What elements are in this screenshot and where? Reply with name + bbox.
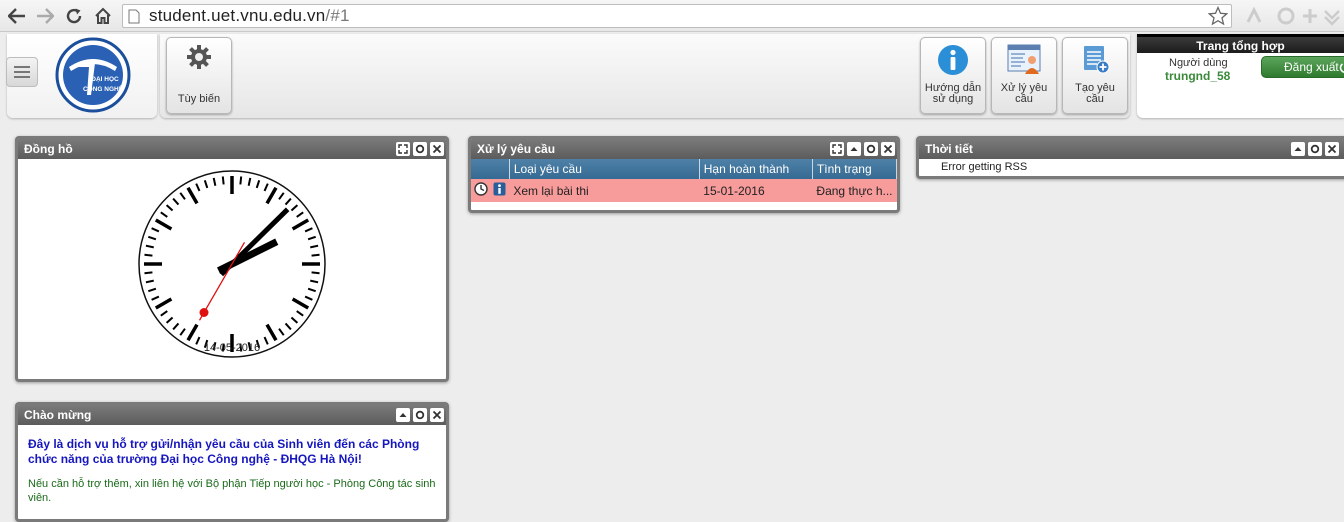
clock-icon[interactable] (474, 182, 488, 199)
info-icon[interactable] (493, 182, 506, 199)
settings-circle-icon[interactable] (1308, 142, 1322, 156)
table-header-row: Loại yêu cầu Hạn hoàn thành Tình trạng (471, 159, 897, 179)
power-icon (1339, 63, 1344, 73)
clock-minute-mark (311, 271, 320, 275)
url-text: student.uet.vnu.edu.vn/#1 (149, 6, 350, 25)
welcome-widget-title: Chào mừng (24, 408, 92, 422)
weather-message: Error getting RSS (941, 161, 1028, 173)
table-row[interactable]: Xem lại bài thi 15-01-2016 Đang thực h..… (471, 179, 897, 202)
request-status: Đang thực h... (812, 179, 897, 202)
request-deadline: 15-01-2016 (699, 179, 813, 202)
address-bar[interactable]: student.uet.vnu.edu.vn/#1 (122, 4, 1232, 28)
reload-button[interactable] (63, 5, 85, 27)
maximize-icon[interactable] (830, 142, 844, 156)
support-contact-text: Nếu cần hỗ trợ thêm, xin liên hệ với Bộ … (28, 478, 436, 504)
info-icon (937, 44, 969, 79)
requests-widget: Xử lý yêu cầu Loại yêu cầu Hạn hoàn thàn… (468, 136, 900, 213)
column-header[interactable]: Tình trạng (812, 159, 897, 179)
clock-minute-mark (144, 253, 153, 257)
requests-widget-title: Xử lý yêu cầu (477, 142, 556, 156)
svg-text:CÔNG NGHỆ: CÔNG NGHỆ (83, 84, 124, 93)
home-icon (95, 7, 111, 24)
svg-text:ĐẠI HỌC: ĐẠI HỌC (91, 76, 119, 83)
reload-icon (66, 8, 82, 24)
forward-button[interactable] (34, 5, 56, 27)
welcome-widget-header: Chào mừng (18, 405, 446, 425)
user-guide-label: Hướng dẫn sử dụng (924, 82, 982, 105)
process-requests-label: Xử lý yêu cầu (1000, 82, 1048, 105)
analog-clock (138, 170, 326, 358)
collapse-icon[interactable] (1291, 142, 1305, 156)
close-icon[interactable] (1325, 142, 1339, 156)
column-header[interactable]: Hạn hoàn thành (699, 159, 813, 179)
requests-widget-header: Xử lý yêu cầu (471, 139, 897, 159)
maximize-icon[interactable] (396, 142, 410, 156)
clock-minute-mark (144, 271, 153, 275)
second-hand-dot (199, 307, 209, 317)
settings-circle-icon[interactable] (413, 142, 427, 156)
forward-arrow-icon (37, 8, 54, 24)
clock-minute-mark (239, 176, 243, 185)
dashboard-title: Trang tổng hợp (1137, 34, 1344, 53)
requests-table: Loại yêu cầu Hạn hoàn thành Tình trạng X… (471, 159, 897, 202)
close-icon[interactable] (430, 142, 444, 156)
close-icon[interactable] (430, 408, 444, 422)
hamburger-icon (14, 66, 30, 68)
close-icon[interactable] (881, 142, 895, 156)
new-document-icon (1080, 44, 1110, 77)
chrome-menu-icon[interactable] (1322, 6, 1342, 26)
user-form-icon (1007, 44, 1041, 79)
back-arrow-icon (8, 8, 25, 24)
collapse-icon[interactable] (396, 408, 410, 422)
user-panel: Trang tổng hợp Người dùng trungnd_58 Đăn… (1137, 34, 1344, 118)
user-label: Người dùng (1169, 57, 1228, 69)
clock-widget: Đồng hồ 14-05-2016 (15, 136, 449, 382)
clock-minute-mark (221, 176, 225, 185)
page-icon (128, 9, 140, 27)
home-button[interactable] (92, 5, 114, 27)
request-type: Xem lại bài thi (509, 179, 700, 202)
gear-icon (186, 44, 212, 73)
bookmark-star-icon[interactable] (1207, 5, 1229, 29)
extension-icon[interactable] (1276, 6, 1296, 26)
clock-date: 14-05-2016 (203, 342, 261, 354)
create-request-button[interactable]: Tạo yêu cầu (1062, 37, 1128, 114)
user-guide-button[interactable]: Hướng dẫn sử dụng (920, 37, 986, 114)
welcome-content: Đây là dịch vụ hỗ trợ gửi/nhận yêu cầu c… (18, 425, 446, 505)
back-button[interactable] (6, 5, 28, 27)
customize-button[interactable]: Tùy biến (166, 37, 232, 114)
clock-minute-mark (311, 253, 320, 257)
welcome-message: Đây là dịch vụ hỗ trợ gửi/nhận yêu cầu c… (28, 437, 420, 466)
username: trungnd_58 (1165, 69, 1231, 83)
weather-widget: Thời tiết Error getting RSS (916, 136, 1344, 179)
extension-icon[interactable] (1244, 6, 1264, 26)
create-request-label: Tạo yêu cầu (1075, 82, 1115, 105)
weather-widget-title: Thời tiết (925, 142, 973, 156)
customize-label: Tùy biến (177, 93, 221, 105)
clock-widget-header: Đồng hồ (18, 139, 446, 159)
settings-circle-icon[interactable] (864, 142, 878, 156)
browser-toolbar: student.uet.vnu.edu.vn/#1 (0, 0, 1344, 32)
welcome-widget: Chào mừng Đây là dịch vụ hỗ trợ gửi/nhận… (15, 402, 449, 522)
clock-widget-title: Đồng hồ (24, 142, 73, 156)
settings-circle-icon[interactable] (413, 408, 427, 422)
collapse-icon[interactable] (847, 142, 861, 156)
university-logo: ĐẠI HỌC CÔNG NGHỆ (55, 37, 131, 116)
column-header[interactable]: Loại yêu cầu (509, 159, 700, 179)
weather-widget-header: Thời tiết (919, 139, 1344, 159)
extension-icon[interactable] (1300, 6, 1320, 26)
logout-button[interactable]: Đăng xuất (1261, 56, 1344, 78)
menu-toggle-button[interactable] (6, 57, 38, 87)
process-requests-button[interactable]: Xử lý yêu cầu (991, 37, 1057, 114)
